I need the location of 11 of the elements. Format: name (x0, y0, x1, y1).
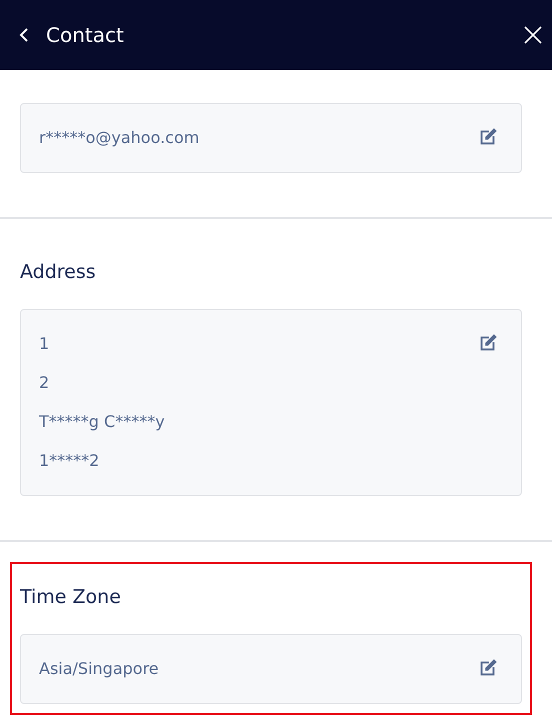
close-icon (524, 26, 542, 44)
info-text: r*****o@yahoo.com (39, 127, 200, 149)
section-label: Time Zone (20, 585, 122, 610)
info-text: T*****g C*****y (39, 411, 165, 433)
section-label: Address (20, 260, 97, 285)
close-button[interactable] (522, 24, 544, 46)
info-text: 1*****2 (39, 450, 100, 472)
info-text: 1 (39, 333, 50, 355)
info-text: Asia/Singapore (39, 658, 159, 680)
header-title: Contact (46, 23, 125, 47)
info-text: 2 (39, 372, 50, 394)
